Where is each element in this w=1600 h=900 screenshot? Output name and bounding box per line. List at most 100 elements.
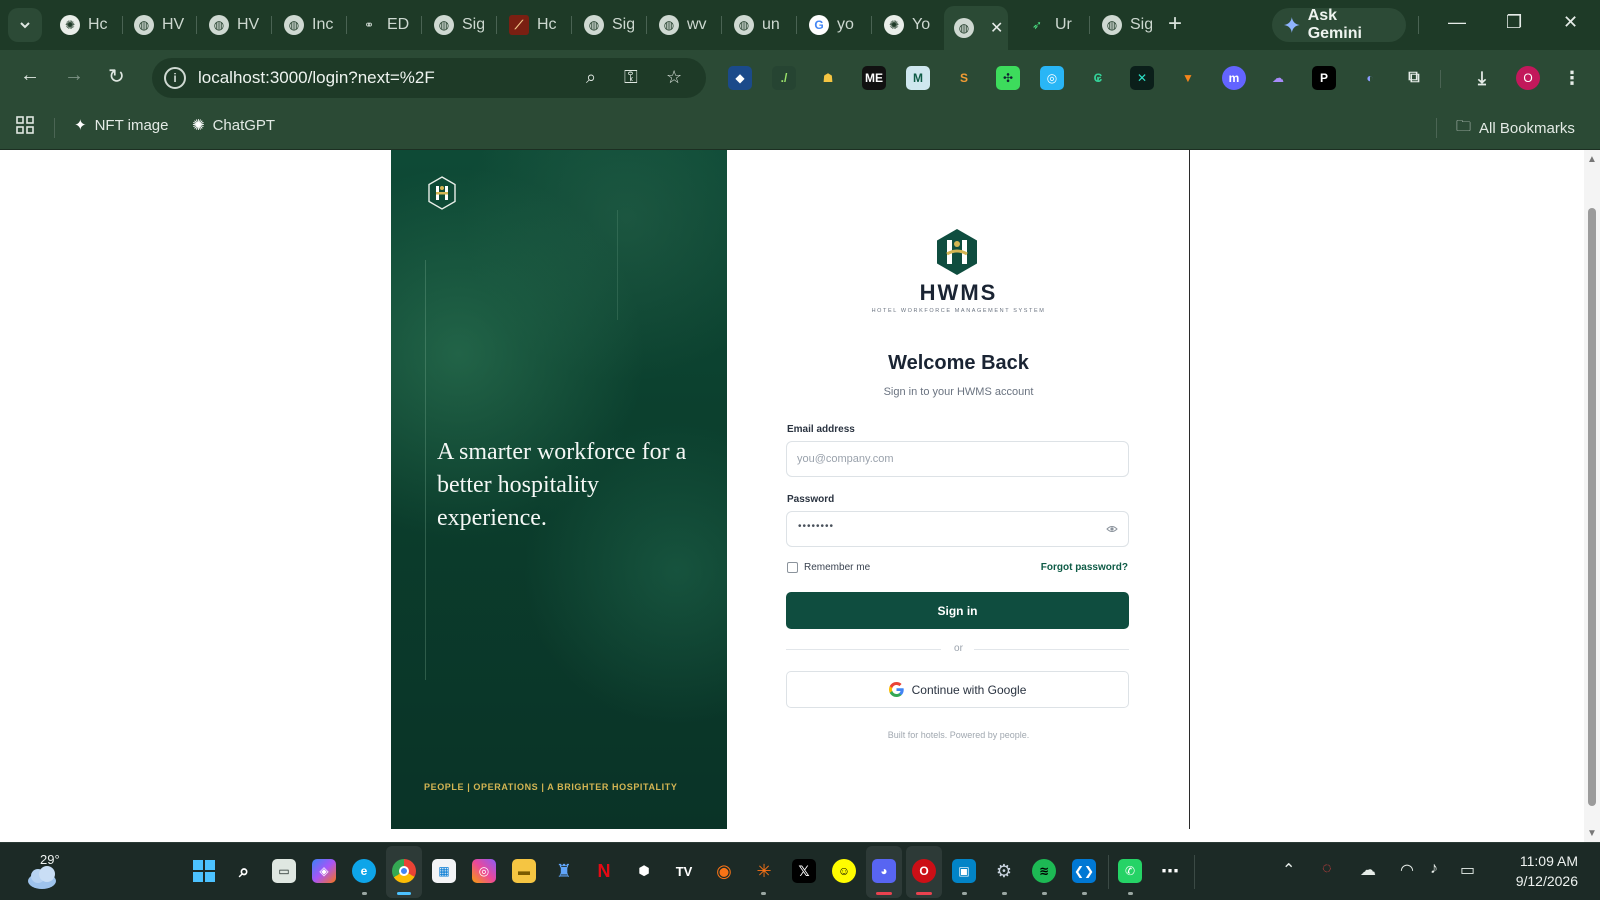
browser-tab[interactable]: ⟋ Hc <box>499 8 569 42</box>
page-scrollbar[interactable]: ▲ ▼ <box>1584 150 1600 842</box>
password-field[interactable]: •••••••• <box>786 511 1129 547</box>
close-window-icon[interactable]: ✕ <box>1563 12 1578 33</box>
extension-icon[interactable]: m <box>1222 66 1246 90</box>
download-icon[interactable]: ⤓ <box>1470 66 1494 90</box>
scroll-up-icon[interactable]: ▲ <box>1587 154 1597 165</box>
tray-app-icon[interactable]: ◌ <box>1322 860 1332 878</box>
extension-icon[interactable]: ₢ <box>1086 66 1110 90</box>
profile-avatar[interactable]: O <box>1516 66 1540 90</box>
app-icon[interactable]: ▣ <box>952 859 976 883</box>
snapchat-icon[interactable]: ☺ <box>832 859 856 883</box>
opera-icon[interactable]: O <box>912 859 936 883</box>
browser-tab[interactable]: ➶ Ur <box>1017 8 1087 42</box>
sign-in-button[interactable]: Sign in <box>786 592 1129 629</box>
metamask-icon[interactable]: ▼ <box>1176 66 1200 90</box>
eye-icon[interactable] <box>1106 524 1118 534</box>
password-key-icon[interactable]: ⚿ <box>624 67 638 88</box>
bookmark-nft-image[interactable]: ✦ NFT image <box>74 116 169 135</box>
browser-tab[interactable]: ◍ un <box>724 8 794 42</box>
reload-icon[interactable]: ↻ <box>108 64 125 89</box>
tradingview-icon[interactable]: TV <box>672 859 696 883</box>
address-bar[interactable]: i localhost:3000/login?next=%2F ⌕ ⚿ ☆ <box>152 58 706 98</box>
settings-gear-icon[interactable]: ⚙ <box>992 859 1016 883</box>
bookmark-star-icon[interactable]: ☆ <box>666 67 682 88</box>
apps-grid-icon[interactable] <box>16 116 34 134</box>
extension-icon[interactable]: ☁ <box>1266 66 1290 90</box>
extension-icon[interactable]: ✕ <box>1130 66 1154 90</box>
store-icon[interactable]: ▦ <box>432 859 456 883</box>
forward-arrow-icon[interactable]: → <box>64 64 84 87</box>
edge-icon[interactable]: e <box>352 859 376 883</box>
browser-tab[interactable]: ◍ HV <box>199 8 269 42</box>
browser-tab[interactable]: ◍ Sig <box>424 8 494 42</box>
task-view-icon[interactable]: ▭ <box>272 859 296 883</box>
discord-icon[interactable]: ◕ <box>872 859 896 883</box>
app-icon[interactable]: ⬢ <box>632 859 656 883</box>
file-explorer-icon[interactable]: ▬ <box>512 859 536 883</box>
extension-icon[interactable]: ◆ <box>728 66 752 90</box>
tab-search-button[interactable] <box>8 8 42 42</box>
remember-me-checkbox[interactable] <box>787 562 798 573</box>
extension-icon[interactable]: ◎ <box>1040 66 1064 90</box>
extension-icon[interactable]: M <box>906 66 930 90</box>
site-info-icon[interactable]: i <box>164 67 186 89</box>
browser-tab[interactable]: ◍ Sig <box>1092 8 1162 42</box>
browser-tab[interactable]: ◍ HV <box>124 8 194 42</box>
bookmark-chatgpt[interactable]: ✺ ChatGPT <box>192 116 275 135</box>
browser-tab-active[interactable]: ◍ ✕ <box>944 6 1008 50</box>
extension-icon[interactable]: P <box>1312 66 1336 90</box>
firefox-icon[interactable]: ◉ <box>712 859 736 883</box>
restore-icon[interactable]: ❐ <box>1506 12 1522 33</box>
windows-start-icon[interactable] <box>192 859 216 883</box>
chrome-icon[interactable] <box>392 859 416 883</box>
scrollbar-thumb[interactable] <box>1588 208 1596 806</box>
more-apps-icon[interactable]: ⋯ <box>1158 859 1182 883</box>
wifi-icon[interactable]: ◠ <box>1400 860 1414 880</box>
extension-icon[interactable]: ME <box>862 66 886 90</box>
extensions-puzzle-icon[interactable]: ⧉ <box>1402 66 1426 90</box>
battery-icon[interactable]: ▭ <box>1460 860 1475 880</box>
email-input[interactable] <box>797 442 1097 476</box>
ask-gemini-button[interactable]: Ask Gemini <box>1272 7 1406 42</box>
address-url[interactable]: localhost:3000/login?next=%2F <box>198 68 435 88</box>
onedrive-cloud-icon[interactable]: ☁ <box>1360 860 1376 880</box>
extension-icon[interactable]: ☗ <box>816 66 840 90</box>
clock[interactable]: 11:09 AM 9/12/2026 <box>1494 851 1578 891</box>
copilot-icon[interactable]: ◈ <box>312 859 336 883</box>
x-icon[interactable]: 𝕏 <box>792 859 816 883</box>
password-value[interactable]: •••••••• <box>798 521 834 532</box>
browser-tab[interactable]: ✺ Hc <box>50 8 120 42</box>
forgot-password-link[interactable]: Forgot password? <box>1041 562 1128 573</box>
browser-tab[interactable]: ⚭ ED <box>349 8 419 42</box>
volume-icon[interactable]: ♪ <box>1430 860 1438 878</box>
all-bookmarks-button[interactable]: 🗀 All Bookmarks <box>1456 116 1575 141</box>
browser-tab[interactable]: ◍ wv <box>649 8 719 42</box>
close-tab-icon[interactable]: ✕ <box>990 18 1003 38</box>
back-arrow-icon[interactable]: ← <box>20 64 40 87</box>
zoom-icon[interactable]: ⌕ <box>586 67 596 88</box>
google-signin-button[interactable]: Continue with Google <box>786 671 1129 708</box>
extension-icon[interactable]: ✣ <box>996 66 1020 90</box>
spotify-icon[interactable]: ≋ <box>1032 859 1056 883</box>
more-menu-icon[interactable]: ⋮ <box>1560 66 1584 90</box>
extension-icon[interactable]: ◐ <box>1358 66 1382 90</box>
show-hidden-icons-chevron-icon[interactable]: ⌃ <box>1282 860 1295 880</box>
minimize-icon[interactable]: — <box>1448 12 1466 33</box>
whatsapp-icon[interactable]: ✆ <box>1118 859 1142 883</box>
instagram-icon[interactable]: ◎ <box>472 859 496 883</box>
new-tab-button[interactable]: + <box>1168 10 1182 38</box>
extension-icon[interactable]: ./ <box>772 66 796 90</box>
weather-temperature[interactable]: 29° <box>40 852 60 867</box>
claude-icon[interactable]: ✳ <box>752 859 776 883</box>
browser-tab[interactable]: G yo <box>799 8 869 42</box>
browser-tab[interactable]: ✺ Yo <box>874 8 944 42</box>
remember-me[interactable]: Remember me <box>787 562 870 573</box>
extension-icon[interactable]: S <box>952 66 976 90</box>
scroll-down-icon[interactable]: ▼ <box>1587 828 1597 839</box>
netflix-icon[interactable]: N <box>592 859 616 883</box>
app-badge-icon[interactable]: ♜ <box>552 859 576 883</box>
browser-tab[interactable]: ◍ Inc <box>274 8 344 42</box>
search-icon[interactable]: ⌕ <box>232 859 256 883</box>
vscode-icon[interactable]: ❮❯ <box>1072 859 1096 883</box>
email-field[interactable] <box>786 441 1129 477</box>
